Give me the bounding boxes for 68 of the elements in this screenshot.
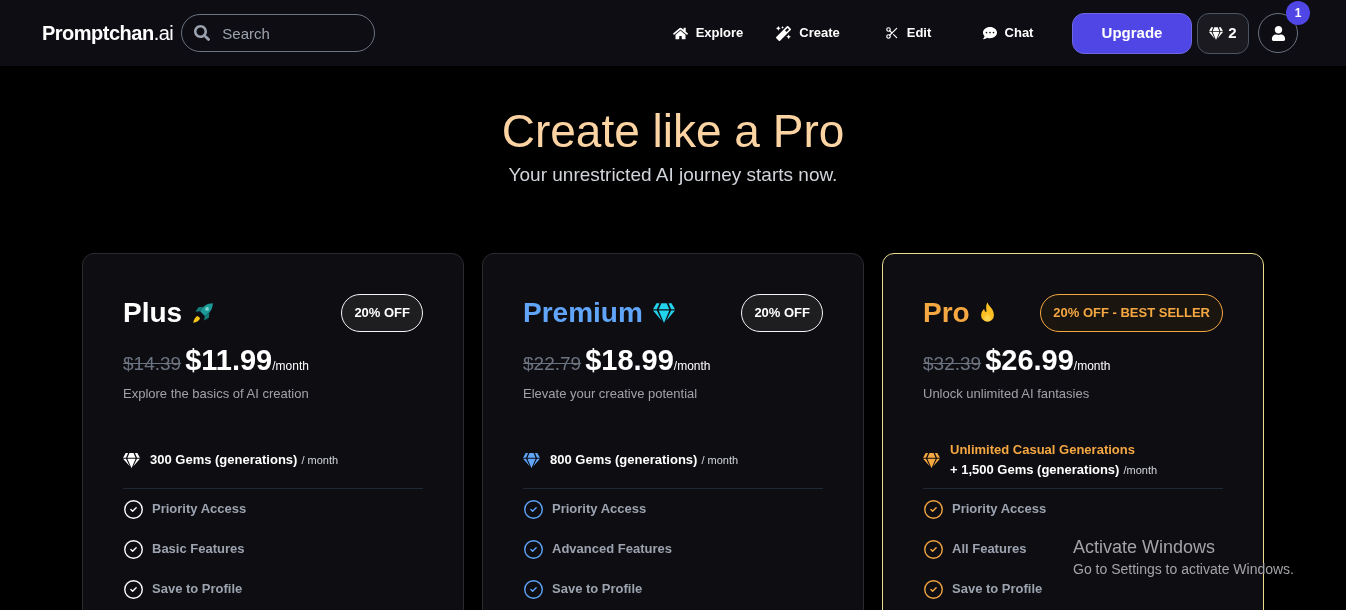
search-icon [194, 25, 211, 41]
site-logo[interactable]: Promptchan.ai [42, 18, 174, 48]
check-circle-icon [123, 538, 144, 560]
original-price: $14.39 [123, 352, 182, 376]
user-icon [1270, 25, 1286, 41]
plan-price: $11.99 [185, 343, 273, 378]
feature-label: All Features [952, 540, 1027, 559]
gem-allowance: 300 Gems (generations) [150, 451, 298, 469]
check-circle-icon [123, 578, 144, 600]
rocket-icon [192, 302, 215, 324]
price-period: /month [1073, 359, 1111, 375]
home-icon [672, 25, 688, 41]
plan-name: Plus [123, 296, 183, 330]
feature-label: Priority Access [152, 500, 247, 519]
discount-badge: 20% OFF [341, 294, 423, 332]
plan-description: Explore the basics of AI creation [123, 385, 310, 403]
original-price: $22.79 [523, 352, 582, 376]
page-subtitle: Your unrestricted AI journey starts now. [508, 163, 838, 187]
flame-icon [979, 302, 995, 324]
feature-label: Priority Access [552, 500, 647, 519]
check-circle-icon [523, 538, 544, 560]
plan-name: Premium [523, 296, 643, 330]
feature-label: Basic Features [152, 540, 245, 559]
magic-wand-icon [776, 25, 792, 41]
nav-link[interactable]: Chat [982, 23, 1034, 43]
gem-icon [123, 452, 140, 468]
price-period: /month [272, 359, 309, 375]
check-circle-icon [923, 538, 944, 560]
feature-label: Save to Profile [952, 580, 1043, 599]
upgrade-button[interactable]: Upgrade [1072, 12, 1192, 54]
check-circle-icon [523, 578, 544, 600]
discount-badge: 20% OFF [741, 294, 823, 332]
scissors-icon [884, 26, 899, 40]
allowance-period: / month [301, 453, 339, 468]
check-circle-icon [923, 578, 944, 600]
gems-button[interactable]: 2 [1197, 12, 1249, 54]
plan-description: Unlock unlimited AI fantasies [923, 385, 1091, 403]
nav-link[interactable]: Create [776, 23, 840, 43]
gem-allowance: + 1,500 Gems (generations) [950, 461, 1120, 479]
price-period: /month [673, 359, 711, 375]
notification-badge: 1 [1286, 1, 1310, 25]
feature-label: Save to Profile [552, 580, 643, 599]
allowance-highlight: Unlimited Casual Generations [950, 441, 1136, 459]
check-circle-icon [923, 498, 944, 520]
diamond-icon [652, 303, 675, 323]
check-circle-icon [523, 498, 544, 520]
feature-label: Save to Profile [152, 580, 243, 599]
plan-price: $26.99 [985, 343, 1074, 378]
chat-bubble-icon [982, 26, 997, 40]
search-field[interactable]: Search [181, 14, 376, 52]
nav-link[interactable]: Explore [672, 23, 744, 43]
gem-icon [523, 452, 540, 468]
gem-icon [1209, 26, 1224, 40]
gem-allowance: 800 Gems (generations) [550, 451, 698, 469]
allowance-period: /month [1123, 463, 1158, 478]
original-price: $32.39 [923, 352, 982, 376]
feature-label: Advanced Features [552, 540, 672, 559]
plan-price: $18.99 [585, 343, 674, 378]
check-circle-icon [123, 498, 144, 520]
feature-label: Priority Access [952, 500, 1047, 519]
nav-link[interactable]: Edit [884, 23, 932, 43]
allowance-period: / month [701, 453, 739, 468]
page-title: Create like a Pro [501, 104, 845, 158]
notice-title: Activate Windows [1073, 536, 1217, 559]
plan-description: Elevate your creative potential [523, 385, 699, 403]
plan-name: Pro [923, 296, 970, 330]
gem-icon [923, 452, 940, 468]
discount-badge: 20% OFF - BEST SELLER [1040, 294, 1223, 332]
